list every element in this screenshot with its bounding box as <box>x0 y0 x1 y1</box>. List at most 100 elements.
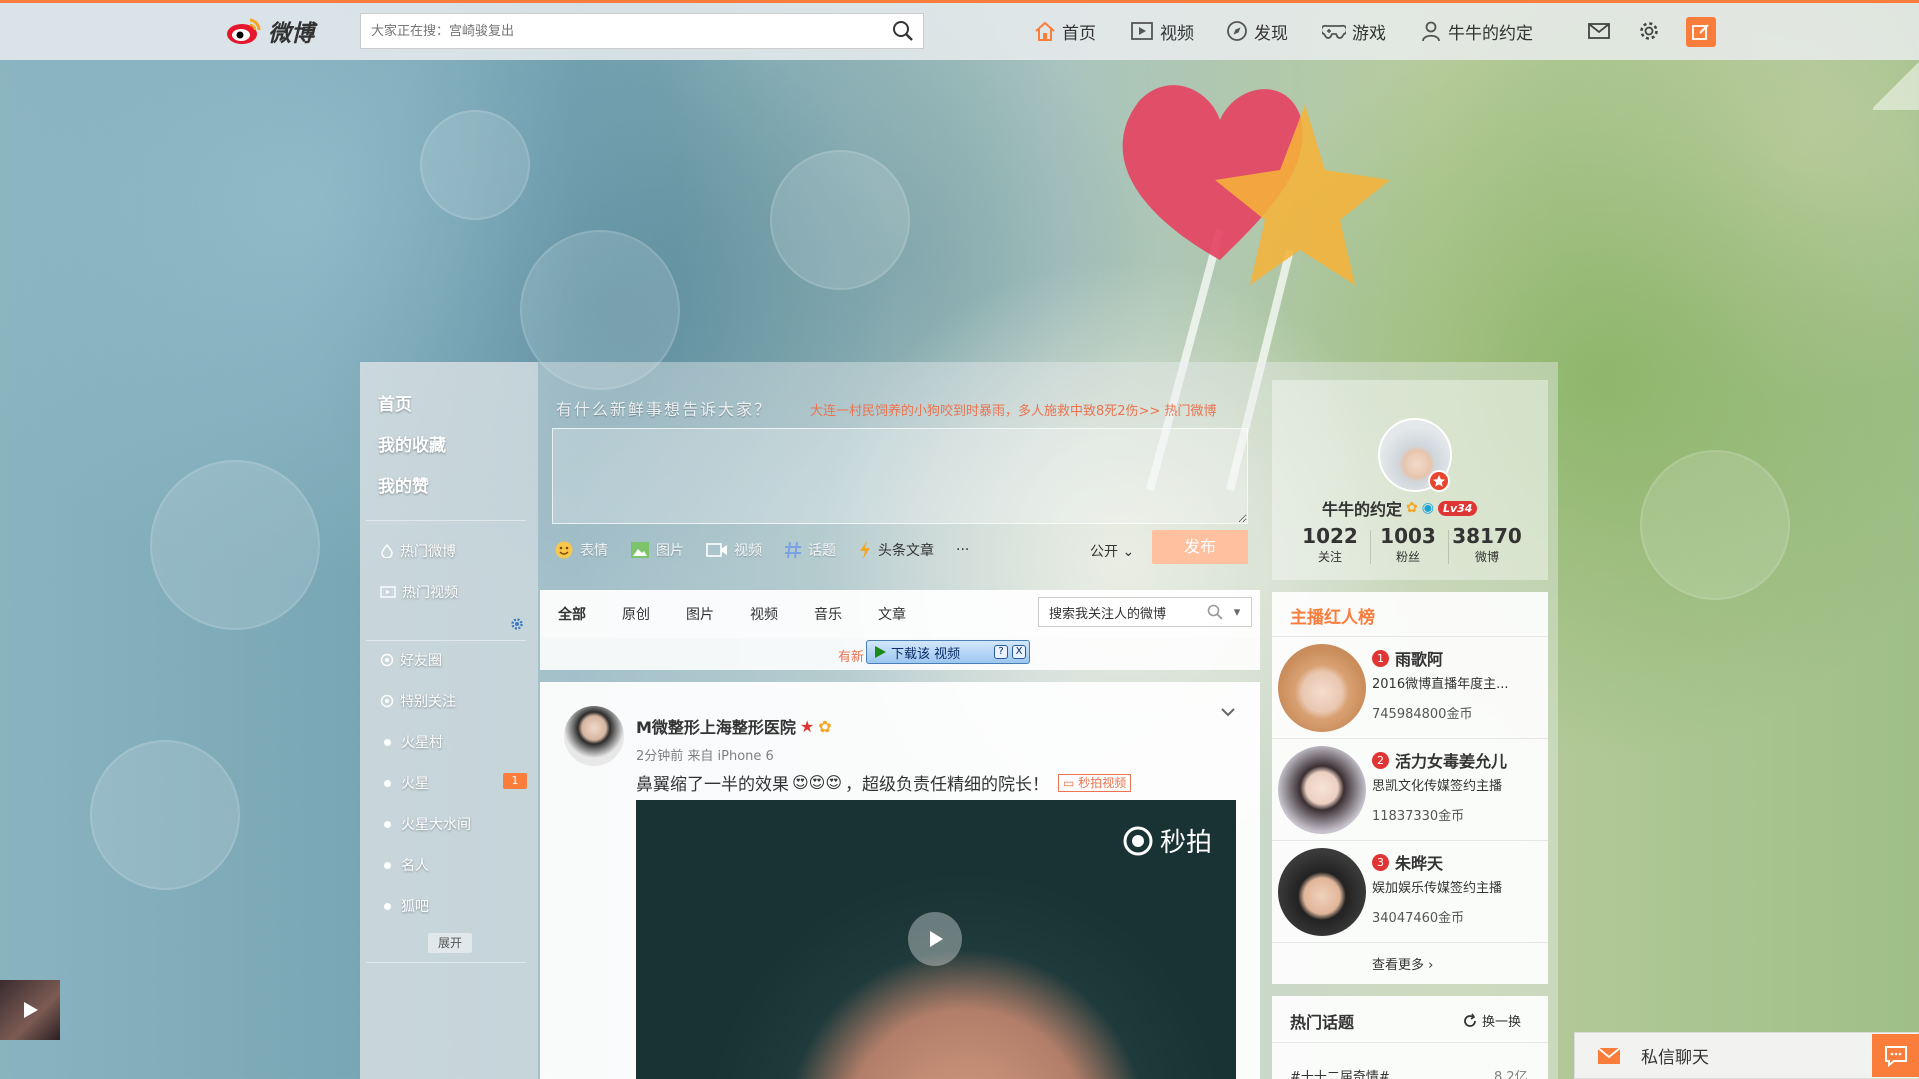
nav-home[interactable]: 首页 <box>1034 14 1096 48</box>
composer-textarea[interactable] <box>552 428 1248 524</box>
visibility-select[interactable]: 公开 ⌄ <box>1090 541 1134 561</box>
sidebar-item-favorites[interactable]: 我的收藏 <box>378 431 446 456</box>
background-bokeh <box>770 150 910 290</box>
nav-game[interactable]: 游戏 <box>1322 14 1386 48</box>
tab-articles[interactable]: 文章 <box>878 604 906 624</box>
private-chat-bar[interactable]: 私信聊天 <box>1574 1032 1919 1079</box>
close-icon[interactable]: X <box>1012 645 1026 659</box>
refresh-button[interactable]: 换一换 <box>1462 1011 1521 1030</box>
sidebar-item-hot-weibo[interactable]: 热门微博 <box>380 541 456 561</box>
sidebar-group-special[interactable]: 特别关注 <box>380 691 456 711</box>
compass-icon <box>1227 21 1247 41</box>
image-tool[interactable]: 图片 <box>630 540 684 560</box>
card-divider <box>1272 1042 1548 1043</box>
bullet-icon <box>384 902 391 910</box>
sidebar-item-home[interactable]: 首页 <box>378 390 412 415</box>
topic-tool[interactable]: 话题 <box>784 540 836 560</box>
tool-label: 头条文章 <box>878 543 934 559</box>
chevron-down-icon: ⌄ <box>1122 544 1135 560</box>
bullet-icon <box>384 820 391 828</box>
sidebar-group-item[interactable]: 火星大水间 <box>380 814 471 834</box>
stat-followers[interactable]: 1003 粉丝 <box>1368 524 1448 565</box>
level-badge[interactable]: Lv34 <box>1437 500 1478 516</box>
sidebar-settings-icon[interactable] <box>510 617 524 631</box>
download-video-button[interactable]: 下载该 视频 ? X <box>866 640 1030 664</box>
sidebar-group-item[interactable]: 火星村 <box>380 732 443 752</box>
sidebar-group-friends[interactable]: 好友圈 <box>380 650 442 670</box>
tab-videos[interactable]: 视频 <box>750 604 778 624</box>
sidebar-item-label: 火星 <box>401 776 429 792</box>
sidebar-item-hot-video[interactable]: 热门视频 <box>380 582 458 602</box>
video-link[interactable]: ▭ 秒拍视频 <box>1058 773 1132 792</box>
play-icon <box>24 1002 38 1018</box>
mini-video-player[interactable] <box>0 980 60 1040</box>
profile-name[interactable]: 牛牛的约定 ✿ ◉ Lv34 <box>1322 496 1478 520</box>
video-tool[interactable]: 视频 <box>706 540 762 560</box>
play-button[interactable] <box>908 912 962 966</box>
nav-discover[interactable]: 发现 <box>1226 14 1288 48</box>
settings-button[interactable] <box>1636 18 1662 44</box>
gamepad-icon <box>1322 24 1346 39</box>
sidebar-group-item[interactable]: 火星 <box>380 773 429 793</box>
streamer-name[interactable]: 3 朱晔天 <box>1372 850 1443 874</box>
composer-title: 有什么新鲜事想告诉大家？ <box>556 400 773 419</box>
hot-topic-link[interactable]: 大连一村民饲养的小狗咬到时暴雨，多人施救中致8死2伤>> 热门微博 <box>810 400 1216 419</box>
weibo-logo[interactable]: 微博 <box>226 14 314 48</box>
logo-text: 微博 <box>268 21 314 47</box>
more-tool[interactable]: ··· <box>956 542 969 558</box>
stat-following[interactable]: 1022 关注 <box>1290 524 1370 565</box>
sidebar-group-item[interactable]: 狐吧 <box>380 896 429 916</box>
streamer-avatar[interactable] <box>1278 746 1366 834</box>
video-icon <box>380 586 396 598</box>
chevron-down-icon[interactable] <box>1220 706 1236 718</box>
post-author-name: M微整形上海整形医院 <box>636 718 796 737</box>
emoji-tool[interactable]: 表情 <box>554 540 608 560</box>
chat-popup-button[interactable] <box>1872 1034 1919 1077</box>
feed-search-box[interactable]: 搜索我关注人的微博 ▾ <box>1038 597 1252 627</box>
tab-music[interactable]: 音乐 <box>814 604 842 624</box>
tab-images[interactable]: 图片 <box>686 604 714 624</box>
streamer-name[interactable]: 1 雨歌阿 <box>1372 646 1443 670</box>
nav-profile[interactable]: 牛牛的约定 <box>1420 14 1533 48</box>
article-tool[interactable]: 头条文章 <box>858 540 934 560</box>
help-icon[interactable]: ? <box>994 645 1008 659</box>
post-author[interactable]: M微整形上海整形医院 ★ ✿ <box>636 714 832 738</box>
tool-label: 视频 <box>734 543 762 559</box>
nav-label: 牛牛的约定 <box>1448 23 1533 44</box>
post-author-avatar[interactable] <box>564 706 624 766</box>
miaopai-watermark: 秒拍 <box>1122 822 1212 859</box>
streamer-name-text: 活力女毒姜允儿 <box>1395 752 1508 771</box>
sidebar-divider <box>366 962 526 963</box>
stat-posts[interactable]: 38170 微博 <box>1447 524 1527 565</box>
post-video[interactable]: 秒拍 <box>636 800 1236 1079</box>
expand-button[interactable]: 展开 <box>428 933 472 953</box>
message-button[interactable] <box>1586 18 1612 44</box>
hot-topic-item[interactable]: #十十二届奇情# <box>1290 1066 1390 1079</box>
sidebar-item-likes[interactable]: 我的赞 <box>378 472 429 497</box>
chevron-right-icon: › <box>1428 958 1434 973</box>
compose-button[interactable] <box>1686 17 1716 47</box>
streamer-avatar[interactable] <box>1278 848 1366 936</box>
tool-label: 话题 <box>808 543 836 559</box>
rank-badge: 1 <box>1372 649 1389 667</box>
nav-video[interactable]: 视频 <box>1130 14 1194 48</box>
streamer-name[interactable]: 2 活力女毒姜允儿 <box>1372 748 1507 772</box>
streamer-avatar[interactable] <box>1278 644 1366 732</box>
sidebar-group-item[interactable]: 名人 <box>380 855 429 875</box>
sidebar-item-label: 热门视频 <box>402 585 458 601</box>
sidebar-item-label: 特别关注 <box>400 694 456 710</box>
search-icon[interactable] <box>1207 604 1223 620</box>
envelope-icon <box>1597 1046 1621 1064</box>
search-input[interactable] <box>361 14 883 48</box>
publish-button[interactable]: 发布 <box>1152 530 1248 564</box>
tab-all[interactable]: 全部 <box>558 604 586 624</box>
search-icon <box>893 21 913 41</box>
dropdown-toggle[interactable]: ▾ <box>1223 605 1251 620</box>
search-button[interactable] <box>883 14 923 48</box>
see-more-link[interactable]: 查看更多 › <box>1372 954 1433 973</box>
post-emoji: 😍😍😍 <box>792 773 843 792</box>
weibo-eye-icon <box>227 18 261 44</box>
streamer-name-text: 朱晔天 <box>1395 854 1444 873</box>
post-text: 鼻翼缩了一半的效果 😍😍😍 ，超级负责任精细的院长！ ▭ 秒拍视频 <box>636 770 1132 795</box>
tab-original[interactable]: 原创 <box>622 604 650 624</box>
